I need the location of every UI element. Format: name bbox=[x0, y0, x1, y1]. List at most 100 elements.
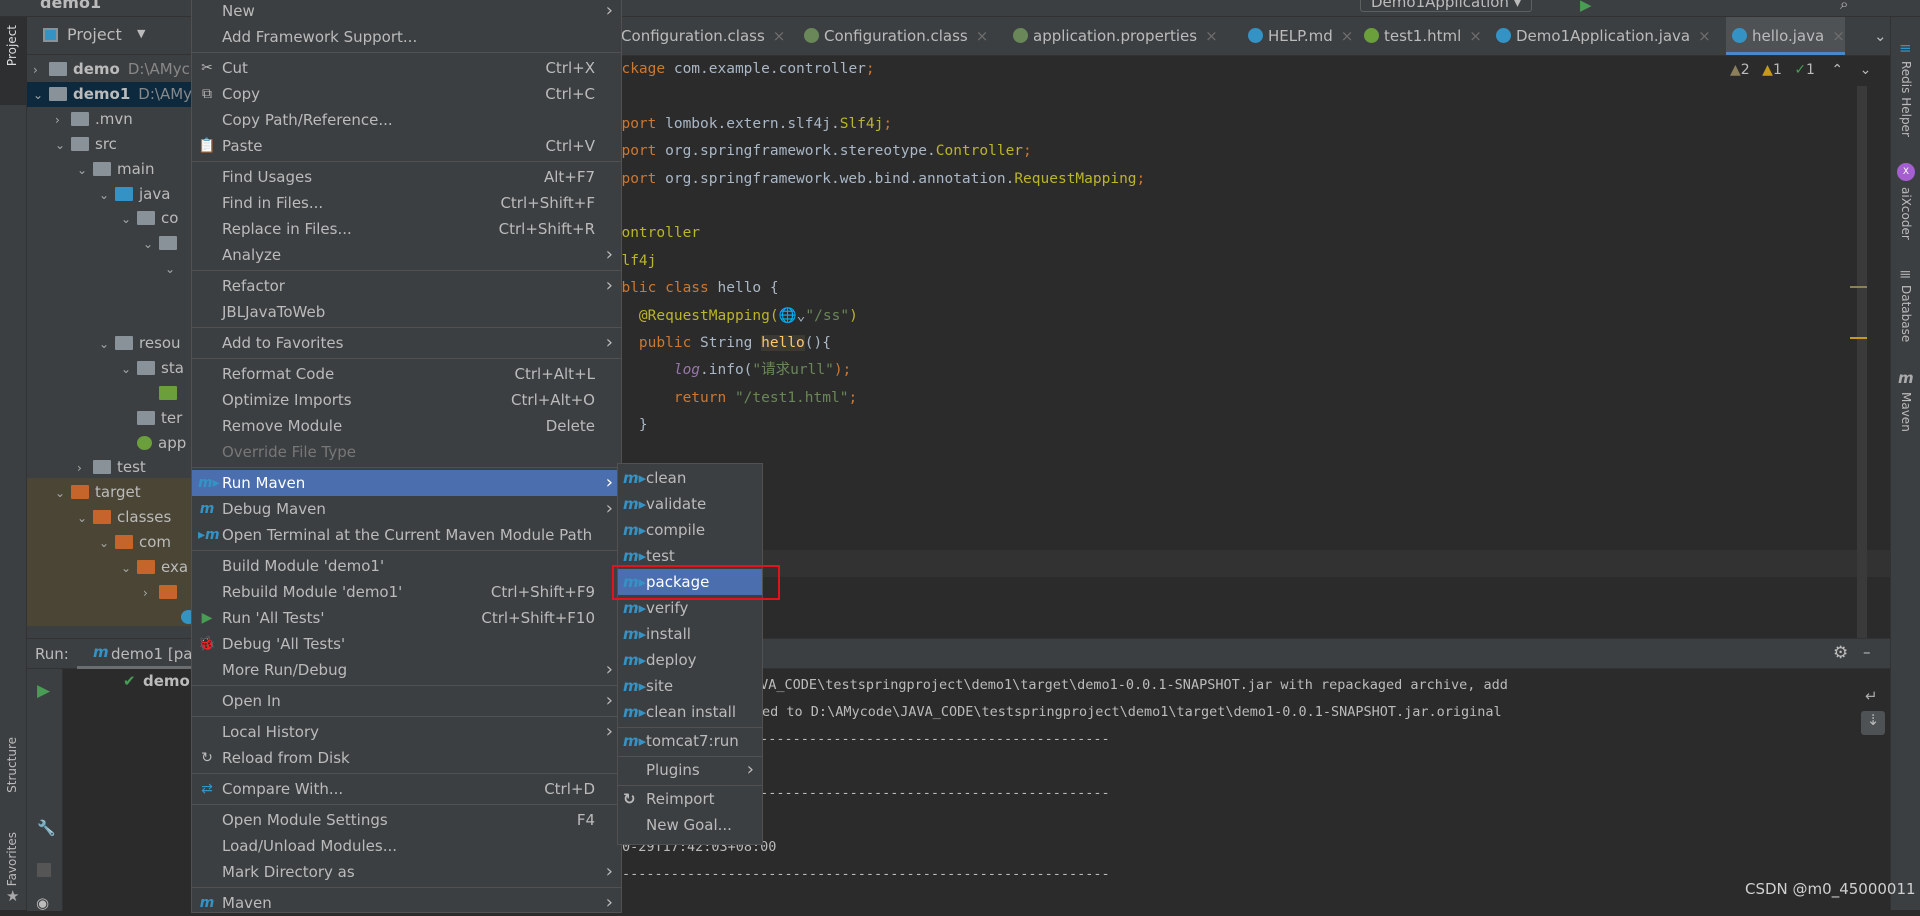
close-icon[interactable]: × bbox=[773, 27, 786, 45]
maven-goal-site[interactable]: m▸ site bbox=[618, 673, 762, 699]
menu-item-rebuild-module-demo1[interactable]: Rebuild Module 'demo1' Ctrl+Shift+F9 bbox=[192, 579, 621, 605]
menu-item-run-all-tests[interactable]: ▶ Run 'All Tests' Ctrl+Shift+F10 bbox=[192, 605, 621, 631]
chevron-icon[interactable]: › bbox=[143, 581, 159, 606]
menu-item-open-in[interactable]: Open In › bbox=[192, 688, 621, 714]
maven-button[interactable]: Maven bbox=[1899, 392, 1913, 432]
maven-goal-new-goal[interactable]: New Goal... bbox=[618, 812, 762, 838]
menu-item-optimize-imports[interactable]: Optimize Imports Ctrl+Alt+O bbox=[192, 387, 621, 413]
chevron-icon[interactable]: ⌄ bbox=[121, 207, 137, 232]
maven-goal-reimport[interactable]: ↻ Reimport bbox=[618, 786, 762, 812]
menu-item-copy-path-reference[interactable]: Copy Path/Reference... bbox=[192, 107, 621, 133]
chevron-icon[interactable]: ⌄ bbox=[77, 158, 93, 183]
tabs-dropdown-icon[interactable]: ⌄ bbox=[1868, 17, 1887, 55]
chevron-icon[interactable]: ⌄ bbox=[99, 332, 115, 357]
chevron-icon[interactable]: ⌄ bbox=[55, 481, 71, 506]
maven-goal-validate[interactable]: m▸ validate bbox=[618, 491, 762, 517]
menu-item-find-usages[interactable]: Find Usages Alt+F7 bbox=[192, 164, 621, 190]
maven-goal-plugins[interactable]: Plugins › bbox=[618, 757, 762, 783]
menu-item-copy[interactable]: ⧉ Copy Ctrl+C bbox=[192, 81, 621, 107]
minimize-icon[interactable]: – bbox=[1863, 643, 1871, 661]
maven-goal-install[interactable]: m▸ install bbox=[618, 621, 762, 647]
menu-item-more-run-debug[interactable]: More Run/Debug › bbox=[192, 657, 621, 683]
menu-item-compare-with[interactable]: ⇄ Compare With... Ctrl+D bbox=[192, 776, 621, 802]
project-view-selector[interactable]: Project bbox=[67, 25, 122, 44]
warning-stripe[interactable] bbox=[1850, 286, 1867, 288]
search-icon[interactable]: ⌕ bbox=[1840, 0, 1848, 13]
menu-item-remove-module[interactable]: Remove Module Delete bbox=[192, 413, 621, 439]
menu-item-paste[interactable]: 📋 Paste Ctrl+V bbox=[192, 133, 621, 159]
project-tool-button[interactable]: Project bbox=[0, 17, 27, 105]
menu-item-cut[interactable]: ✂ Cut Ctrl+X bbox=[192, 55, 621, 81]
menu-item-add-framework-support[interactable]: Add Framework Support... bbox=[192, 24, 621, 50]
maven-goal-tomcat7-run[interactable]: m▸ tomcat7:run bbox=[618, 728, 762, 754]
chevron-down-icon[interactable]: ▼ bbox=[137, 27, 145, 40]
next-highlight-icon[interactable]: ⌄ bbox=[1860, 62, 1872, 78]
tab-test1-html[interactable]: test1.html × bbox=[1358, 17, 1482, 55]
chevron-icon[interactable]: ⌄ bbox=[121, 556, 137, 581]
maven-goal-clean-install[interactable]: m▸ clean install bbox=[618, 699, 762, 725]
close-icon[interactable]: × bbox=[976, 27, 989, 45]
chevron-icon[interactable]: ⌄ bbox=[55, 133, 71, 158]
database-button[interactable]: Database bbox=[1899, 285, 1913, 342]
eye-icon[interactable]: ◉ bbox=[36, 894, 49, 912]
close-icon[interactable]: × bbox=[1469, 27, 1482, 45]
chevron-icon[interactable]: ⌄ bbox=[143, 232, 159, 257]
close-icon[interactable]: × bbox=[1832, 27, 1845, 45]
chevron-icon[interactable]: ⌄ bbox=[99, 531, 115, 556]
maven-goal-deploy[interactable]: m▸ deploy bbox=[618, 647, 762, 673]
run-icon[interactable]: ▶ bbox=[1580, 0, 1592, 14]
menu-item-mark-directory-as[interactable]: Mark Directory as › bbox=[192, 859, 621, 885]
code-editor[interactable]: package com.example.controller;import lo… bbox=[622, 56, 1890, 638]
run-tab[interactable]: demo1 [pa bbox=[111, 645, 192, 663]
inspection-widget[interactable]: ▲2 ▲1 ✓1 ⌃ ⌄ bbox=[1730, 62, 1871, 78]
previous-highlight-icon[interactable]: ⌃ bbox=[1831, 62, 1843, 78]
menu-item-reformat-code[interactable]: Reformat Code Ctrl+Alt+L bbox=[192, 361, 621, 387]
chevron-icon[interactable]: › bbox=[77, 456, 93, 481]
rerun-icon[interactable]: ▶ bbox=[37, 681, 50, 701]
gear-icon[interactable]: ⚙ bbox=[1833, 643, 1848, 663]
tab-demo1application-java[interactable]: Demo1Application.java × bbox=[1490, 17, 1711, 55]
menu-item-local-history[interactable]: Local History › bbox=[192, 719, 621, 745]
tab-application-properties[interactable]: application.properties × bbox=[1007, 17, 1218, 55]
tab-help-md[interactable]: HELP.md × bbox=[1242, 17, 1353, 55]
structure-tool-button[interactable]: Structure bbox=[5, 737, 19, 793]
menu-item-open-terminal-at-the-current-maven-module-path[interactable]: ▸m Open Terminal at the Current Maven Mod… bbox=[192, 522, 621, 548]
menu-item-new[interactable]: New › bbox=[192, 0, 621, 24]
menu-item-open-module-settings[interactable]: Open Module Settings F4 bbox=[192, 807, 621, 833]
chevron-icon[interactable]: ⌄ bbox=[77, 506, 93, 531]
menu-item-load-unload-modules[interactable]: Load/Unload Modules... bbox=[192, 833, 621, 859]
menu-item-jbljavatoweb[interactable]: JBLJavaToWeb bbox=[192, 299, 621, 325]
menu-item-run-maven[interactable]: m▸ Run Maven › bbox=[192, 470, 621, 496]
tab-hello-java[interactable]: hello.java × bbox=[1726, 17, 1845, 55]
chevron-icon[interactable]: › bbox=[33, 58, 49, 83]
menu-item-find-in-files[interactable]: Find in Files... Ctrl+Shift+F bbox=[192, 190, 621, 216]
close-icon[interactable]: × bbox=[1698, 27, 1711, 45]
tab-configuration-class[interactable]: Configuration.class × bbox=[798, 17, 988, 55]
project-tool-label[interactable]: Project bbox=[5, 25, 19, 66]
maven-goal-clean[interactable]: m▸ clean bbox=[618, 465, 762, 491]
menu-item-debug-all-tests[interactable]: 🐞 Debug 'All Tests' bbox=[192, 631, 621, 657]
chevron-icon[interactable]: › bbox=[55, 108, 71, 133]
run-configuration-select[interactable]: Demo1Application ▾ bbox=[1360, 0, 1533, 12]
warning-stripe[interactable] bbox=[1850, 337, 1867, 339]
close-icon[interactable]: × bbox=[1205, 27, 1218, 45]
chevron-icon[interactable]: ⌄ bbox=[165, 257, 181, 282]
close-icon[interactable]: × bbox=[1341, 27, 1354, 45]
maven-goal-compile[interactable]: m▸ compile bbox=[618, 517, 762, 543]
menu-item-analyze[interactable]: Analyze › bbox=[192, 242, 621, 268]
menu-item-replace-in-files[interactable]: Replace in Files... Ctrl+Shift+R bbox=[192, 216, 621, 242]
menu-item-debug-maven[interactable]: m Debug Maven › bbox=[192, 496, 621, 522]
menu-item-reload-from-disk[interactable]: ↻ Reload from Disk bbox=[192, 745, 621, 771]
wrench-icon[interactable]: 🔧 bbox=[37, 819, 56, 837]
chevron-icon[interactable]: ⌄ bbox=[121, 357, 137, 382]
menu-item-add-to-favorites[interactable]: Add to Favorites › bbox=[192, 330, 621, 356]
stop-icon[interactable] bbox=[37, 863, 51, 877]
scroll-to-end-icon[interactable]: ⇣ bbox=[1861, 711, 1885, 735]
tab-otconfiguration-class[interactable]: otConfiguration.class × bbox=[600, 17, 785, 55]
aixcoder-button[interactable]: aiXcoder bbox=[1899, 187, 1913, 240]
chevron-icon[interactable]: ⌄ bbox=[99, 183, 115, 208]
favorites-tool-button[interactable]: Favorites bbox=[5, 832, 19, 886]
menu-item-refactor[interactable]: Refactor › bbox=[192, 273, 621, 299]
menu-item-maven[interactable]: m Maven › bbox=[192, 890, 621, 916]
editor-scrollbar[interactable] bbox=[1857, 86, 1867, 638]
